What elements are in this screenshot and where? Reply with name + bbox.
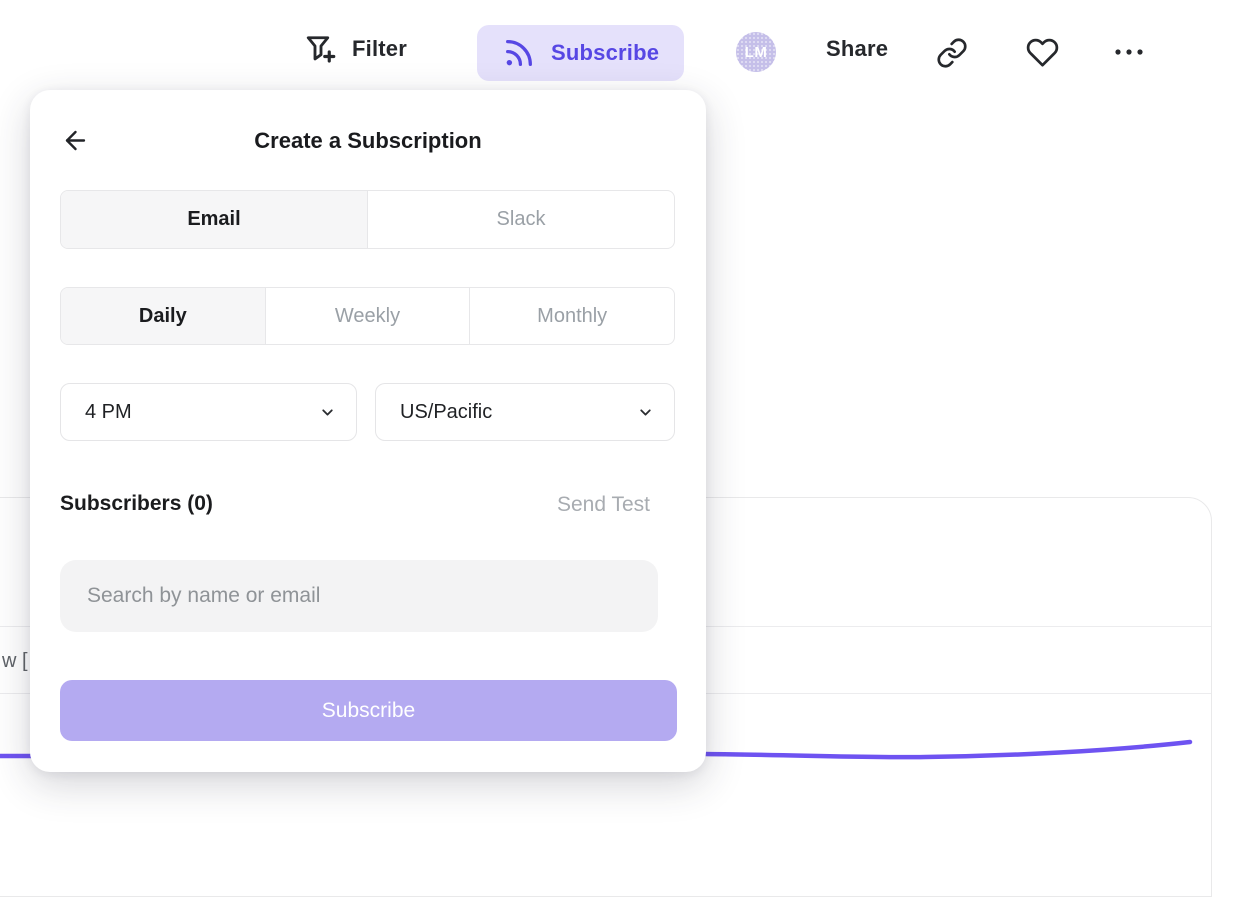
timezone-select-value: US/Pacific	[400, 401, 492, 424]
subscribe-toolbar-button[interactable]: Subscribe	[477, 25, 684, 81]
tab-slack[interactable]: Slack	[367, 191, 674, 248]
rss-icon	[502, 36, 536, 70]
share-label: Share	[826, 36, 888, 62]
tab-monthly[interactable]: Monthly	[469, 288, 674, 344]
frequency-tabs: Daily Weekly Monthly	[60, 287, 675, 345]
subscribers-count-label: Subscribers (0)	[60, 492, 213, 516]
copy-link-button[interactable]	[936, 37, 968, 69]
time-select-value: 4 PM	[85, 401, 132, 424]
filter-button[interactable]: Filter	[303, 31, 407, 67]
link-icon	[936, 37, 968, 69]
modal-title: Create a Subscription	[30, 128, 706, 154]
tab-weekly[interactable]: Weekly	[265, 288, 470, 344]
ellipsis-icon	[1112, 42, 1146, 62]
filter-icon	[303, 31, 339, 67]
chevron-down-icon	[319, 404, 336, 421]
create-subscription-modal: Create a Subscription Email Slack Daily …	[30, 90, 706, 772]
background-partial-text: w [	[2, 650, 28, 673]
share-button[interactable]: Share	[826, 36, 888, 62]
subscriber-search-input[interactable]	[60, 560, 658, 632]
subscribe-submit-button[interactable]: Subscribe	[60, 680, 677, 741]
tab-daily[interactable]: Daily	[61, 288, 265, 344]
chevron-down-icon	[637, 404, 654, 421]
send-test-button[interactable]: Send Test	[557, 493, 650, 517]
time-select[interactable]: 4 PM	[60, 383, 357, 441]
filter-label: Filter	[352, 36, 407, 62]
more-options-button[interactable]	[1112, 42, 1146, 62]
tab-email[interactable]: Email	[61, 191, 367, 248]
user-avatar[interactable]: LM	[736, 32, 776, 72]
avatar-initials: LM	[745, 44, 768, 61]
heart-icon	[1026, 36, 1059, 69]
channel-tabs: Email Slack	[60, 190, 675, 249]
timezone-select[interactable]: US/Pacific	[375, 383, 675, 441]
subscribe-label: Subscribe	[551, 40, 659, 66]
favorite-button[interactable]	[1026, 36, 1059, 69]
